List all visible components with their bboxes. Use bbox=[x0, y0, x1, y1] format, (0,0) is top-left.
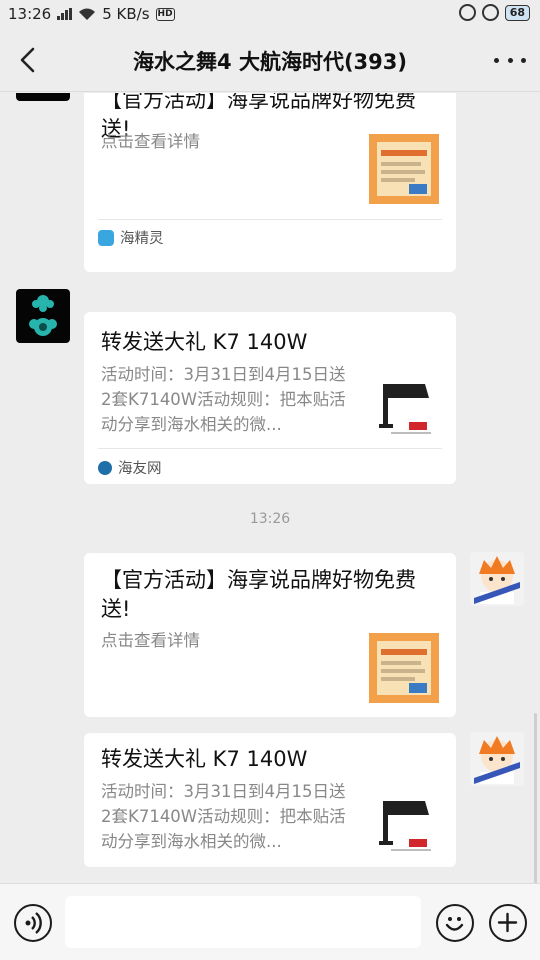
network-speed: 5 KB/s bbox=[102, 5, 150, 23]
eye-comfort-icon bbox=[458, 4, 476, 21]
card-divider bbox=[98, 448, 442, 449]
signal-icon bbox=[57, 8, 73, 20]
chat-timestamp: 13:26 bbox=[249, 511, 291, 527]
card-title: 转发送大礼 K7 140W bbox=[101, 747, 308, 771]
status-bar: 13:26 5 KB/s HD 68 bbox=[0, 0, 540, 28]
battery-indicator: 68 bbox=[504, 4, 530, 21]
card-description: 点击查看详情 bbox=[101, 132, 200, 151]
message-input[interactable] bbox=[65, 896, 421, 948]
card-thumbnail bbox=[369, 134, 439, 204]
status-time: 13:26 bbox=[8, 5, 52, 23]
card-thumbnail bbox=[369, 789, 439, 859]
emoji-button[interactable] bbox=[436, 904, 474, 942]
chat-header: 海水之舞4 大航海时代(393) bbox=[0, 28, 540, 92]
card-thumbnail bbox=[369, 372, 439, 442]
chat-area[interactable]: 【官方活动】海享说品牌好物免费送! 点击查看详情 海精灵 转发送大礼 K7 14… bbox=[0, 93, 540, 883]
link-card[interactable]: 【官方活动】海享说品牌好物免费送! 点击查看详情 bbox=[84, 553, 456, 717]
sender-avatar[interactable] bbox=[16, 289, 70, 343]
lock-rotation-icon bbox=[481, 4, 499, 21]
card-description: 活动时间：3月31日到4月15日送2套K7140W活动规则：把本贴活动分享到海水… bbox=[101, 782, 346, 851]
voice-input-icon bbox=[25, 912, 42, 934]
scrollbar[interactable] bbox=[534, 713, 537, 883]
card-divider bbox=[98, 219, 442, 220]
link-card[interactable]: 转发送大礼 K7 140W 活动时间：3月31日到4月15日送2套K7140W活… bbox=[84, 733, 456, 867]
self-avatar[interactable] bbox=[470, 732, 524, 786]
card-title: 【官方活动】海享说品牌好物免费送! bbox=[101, 568, 416, 621]
card-description: 活动时间：3月31日到4月15日送2套K7140W活动规则：把本贴活动分享到海水… bbox=[101, 365, 346, 434]
link-card[interactable]: 转发送大礼 K7 140W 活动时间：3月31日到4月15日送2套K7140W活… bbox=[84, 312, 456, 484]
add-button[interactable] bbox=[489, 904, 527, 942]
more-dots-icon bbox=[494, 57, 499, 63]
more-button[interactable] bbox=[494, 46, 526, 74]
chat-title: 海水之舞4 大航海时代(393) bbox=[133, 50, 407, 74]
source-name: 海友网 bbox=[118, 461, 162, 477]
card-description: 点击查看详情 bbox=[101, 631, 200, 650]
voice-button[interactable] bbox=[14, 904, 52, 942]
hd-badge: HD bbox=[155, 7, 175, 21]
emoji-icon bbox=[445, 917, 464, 931]
card-title: 转发送大礼 K7 140W bbox=[101, 330, 308, 354]
source-name: 海精灵 bbox=[120, 231, 164, 247]
app-icon bbox=[98, 460, 112, 475]
wifi-icon bbox=[79, 8, 96, 20]
input-bar bbox=[0, 883, 540, 960]
self-avatar[interactable] bbox=[470, 552, 524, 606]
link-card[interactable]: 【官方活动】海享说品牌好物免费送! 点击查看详情 海精灵 bbox=[84, 93, 456, 272]
sender-avatar[interactable] bbox=[16, 93, 70, 101]
add-icon bbox=[497, 912, 518, 933]
card-thumbnail bbox=[369, 633, 439, 703]
card-source: 海友网 bbox=[98, 457, 162, 478]
card-source: 海精灵 bbox=[98, 227, 164, 248]
app-icon bbox=[98, 229, 114, 246]
